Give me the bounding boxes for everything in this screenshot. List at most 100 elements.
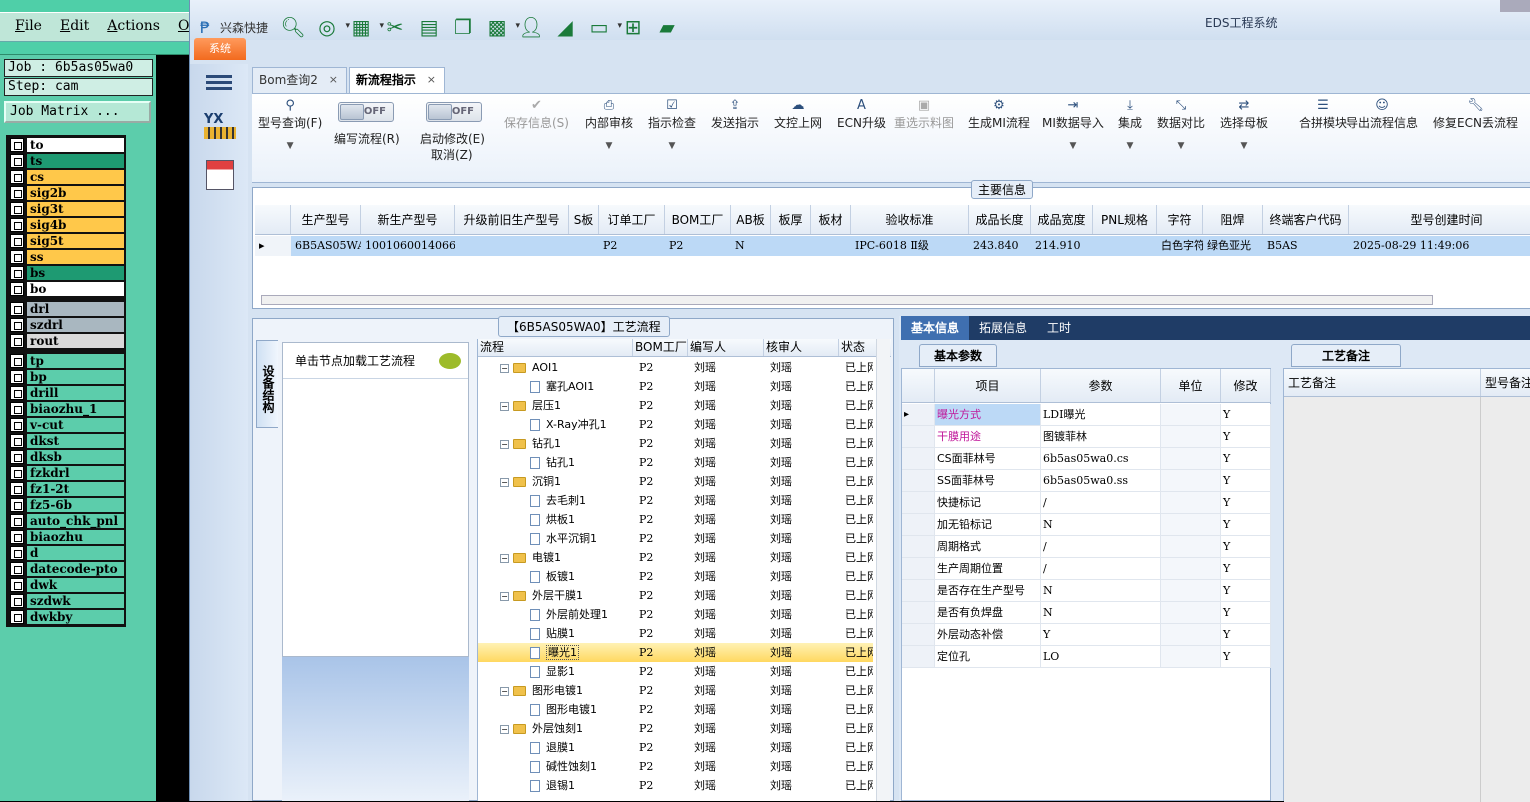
column-header[interactable]: 参数 (1041, 369, 1161, 402)
layer-name[interactable]: ts (27, 153, 124, 169)
column-header[interactable]: 核审人 (764, 339, 839, 356)
column-header[interactable]: 订单工厂 (599, 205, 665, 234)
layer-row[interactable]: to (8, 137, 124, 153)
layer-row[interactable]: dwkby (8, 609, 124, 625)
model-note-body[interactable] (1480, 397, 1530, 802)
tree-row[interactable]: − 外层蚀刻1 P2 刘瑶 刘瑶 已上网 (478, 719, 873, 738)
tree-node[interactable]: − 图形电镀1 (478, 681, 633, 700)
collapse-icon[interactable]: − (500, 686, 509, 696)
tree-row[interactable]: X-Ray冲孔1 P2 刘瑶 刘瑶 已上网 (478, 415, 873, 434)
tree-node[interactable]: − 外层干膜1 (478, 586, 633, 605)
param-value[interactable]: N (1041, 580, 1161, 601)
merge-module-button[interactable]: ☰ 合拼模块 (1299, 98, 1347, 131)
layer-checkbox[interactable] (10, 218, 24, 232)
tree-row[interactable]: − 钻孔1 P2 刘瑶 刘瑶 已上网 (478, 434, 873, 453)
tree-node[interactable]: 外层前处理1 (478, 605, 633, 624)
internal-review-button[interactable]: ⎙ 内部审核 ▼ (585, 98, 633, 151)
layer-row[interactable]: sig5t (8, 233, 124, 249)
monitor-icon[interactable]: ▭ (582, 13, 622, 41)
param-row[interactable]: 干膜用途 图镀菲林 Y (902, 426, 1271, 448)
upload-button[interactable]: ☁ 文控上网 (774, 98, 822, 131)
layer-row[interactable]: drl (8, 301, 124, 317)
layer-name[interactable]: bs (27, 265, 124, 281)
layer-checkbox[interactable] (10, 530, 24, 544)
layer-row[interactable]: bo (8, 281, 124, 297)
layer-checkbox[interactable] (10, 250, 24, 264)
layer-row[interactable]: biaozhu_1 (8, 401, 124, 417)
table-icon[interactable]: ▦ (344, 13, 384, 41)
param-value[interactable]: N (1041, 514, 1161, 535)
side-tab-equipment[interactable]: 设备结构 (256, 340, 278, 428)
tree-row[interactable]: 外层前处理1 P2 刘瑶 刘瑶 已上网 (478, 605, 873, 624)
search-icon[interactable]: 🔍︎ (276, 13, 310, 41)
system-tab[interactable]: 系统 (194, 38, 246, 60)
param-row[interactable]: SS面菲林号 6b5as05wa0.ss Y (902, 470, 1271, 492)
grid-cell[interactable]: 白色字符 (1157, 236, 1203, 256)
tree-row[interactable]: − 图形电镀1 P2 刘瑶 刘瑶 已上网 (478, 681, 873, 700)
layer-name[interactable]: fzkdrl (27, 465, 124, 481)
tree-row[interactable]: 曝光1 P2 刘瑶 刘瑶 已上网 (478, 643, 873, 662)
grid-cell[interactable] (569, 236, 599, 256)
film-icon[interactable]: ▤ (412, 13, 446, 41)
param-value[interactable]: N (1041, 602, 1161, 623)
tree-row[interactable]: 塞孔AOI1 P2 刘瑶 刘瑶 已上网 (478, 377, 873, 396)
tree-node[interactable]: 碱性蚀刻1 (478, 757, 633, 776)
layer-row[interactable]: drill (8, 385, 124, 401)
tree-node[interactable]: 去毛刺1 (478, 491, 633, 510)
param-row[interactable]: 生产周期位置 / Y (902, 558, 1271, 580)
param-row[interactable]: 快捷标记 / Y (902, 492, 1271, 514)
layer-name[interactable]: drl (27, 301, 124, 317)
param-value[interactable]: / (1041, 492, 1161, 513)
chevron-down-icon[interactable]: ▼ (1042, 141, 1104, 151)
collapse-icon[interactable]: − (500, 439, 509, 449)
grid-icon[interactable]: ▩ (480, 13, 520, 41)
chevron-down-icon[interactable]: ▼ (648, 141, 696, 151)
tree-node[interactable]: 塞孔AOI1 (478, 377, 633, 396)
tree-row[interactable]: − 电镀1 P2 刘瑶 刘瑶 已上网 (478, 548, 873, 567)
param-row[interactable]: CS面菲林号 6b5as05wa0.cs Y (902, 448, 1271, 470)
chevron-down-icon[interactable]: ▼ (1157, 141, 1205, 151)
tree-node[interactable]: 钻孔1 (478, 453, 633, 472)
book-icon[interactable]: ▰ (650, 13, 684, 41)
layer-checkbox[interactable] (10, 418, 24, 432)
reselect-image-button[interactable]: ▣ 重选示料图 (894, 98, 954, 131)
close-icon[interactable]: × (427, 68, 436, 92)
ecn-upgrade-button[interactable]: A ECN升级 (837, 98, 886, 131)
grid-cell[interactable]: IPC-6018 Ⅱ级 (851, 236, 969, 256)
column-header[interactable]: 终端客户代码 (1263, 205, 1349, 234)
column-header[interactable]: 流程 (478, 339, 633, 356)
layer-name[interactable]: auto_chk_pnl (27, 513, 124, 529)
param-value[interactable]: LO (1041, 646, 1161, 667)
data-compare-button[interactable]: ⤡ 数据对比 ▼ (1157, 98, 1205, 151)
layer-name[interactable]: dkst (27, 433, 124, 449)
layer-row[interactable]: bp (8, 369, 124, 385)
layer-checkbox[interactable] (10, 302, 24, 316)
layer-row[interactable]: szdwk (8, 593, 124, 609)
vertical-scrollbar[interactable] (876, 339, 890, 801)
layer-checkbox[interactable] (10, 610, 24, 624)
column-header[interactable]: 新生产型号 (361, 205, 455, 234)
job-matrix-button[interactable]: Job Matrix ... (4, 101, 151, 123)
layer-name[interactable]: biaozhu (27, 529, 124, 545)
grid-cell[interactable]: P2 (599, 236, 665, 256)
tree-row[interactable]: 钻孔1 P2 刘瑶 刘瑶 已上网 (478, 453, 873, 472)
copy-icon[interactable]: ❐ (446, 13, 480, 41)
layer-row[interactable]: rout (8, 333, 124, 349)
layer-checkbox[interactable] (10, 170, 24, 184)
layer-name[interactable]: sig3t (27, 201, 124, 217)
layer-row[interactable]: sig2b (8, 185, 124, 201)
chevron-down-icon[interactable]: ▼ (1220, 141, 1268, 151)
layer-checkbox[interactable] (10, 202, 24, 216)
layer-row[interactable]: ts (8, 153, 124, 169)
layer-checkbox[interactable] (10, 450, 24, 464)
main-info-row[interactable]: ▸6B5AS05WA010010600140668P2P2NIPC-6018 Ⅱ… (255, 236, 1530, 256)
collapse-icon[interactable]: − (500, 401, 509, 411)
tree-row[interactable]: − AOI1 P2 刘瑶 刘瑶 已上网 (478, 358, 873, 377)
grid-cell[interactable]: 214.910 (1031, 236, 1093, 256)
layer-name[interactable]: szdwk (27, 593, 124, 609)
layer-row[interactable]: dwk (8, 577, 124, 593)
lifebuoy-icon[interactable]: ◎ (310, 13, 350, 41)
tree-node[interactable]: − 外层蚀刻1 (478, 719, 633, 738)
layer-row[interactable]: d (8, 545, 124, 561)
column-header[interactable]: 阻焊 (1203, 205, 1263, 234)
